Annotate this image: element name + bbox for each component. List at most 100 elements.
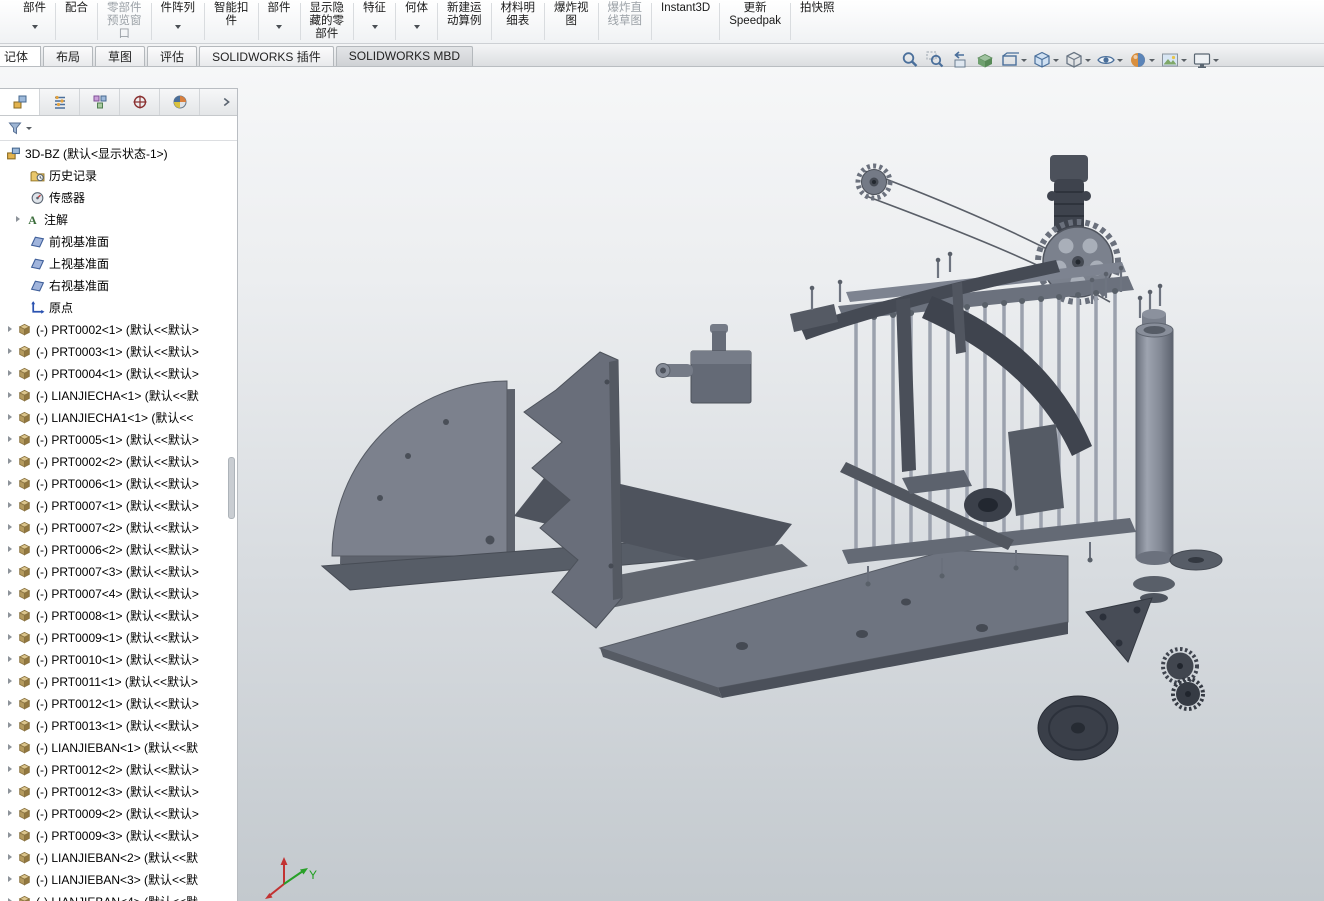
filter-bar[interactable] — [0, 116, 237, 141]
tree-item[interactable]: 历史记录 — [0, 164, 237, 186]
hud-button-display-style[interactable] — [1062, 49, 1093, 71]
ribbon-button-1[interactable]: 配合 — [58, 0, 95, 43]
tree-item[interactable]: 右视基准面 — [0, 274, 237, 296]
panel-tab-configurationmanager[interactable] — [80, 89, 120, 115]
doc-tab-1[interactable]: 布局 — [43, 46, 94, 66]
hud-button-3d-drawing-view[interactable] — [998, 49, 1029, 71]
panel-collapse-button[interactable] — [215, 89, 237, 115]
ribbon-button-7[interactable]: 特征 — [356, 0, 393, 43]
tree-item-component[interactable]: (-) LIANJIEBAN<2> (默认<<默 — [0, 846, 237, 868]
expand-arrow-icon[interactable] — [8, 502, 12, 508]
doc-tab-5[interactable]: SOLIDWORKS MBD — [335, 46, 474, 66]
tree-item[interactable]: 上视基准面 — [0, 252, 237, 274]
hud-button-hide-show-items[interactable] — [1094, 49, 1125, 71]
tree-item-component[interactable]: (-) PRT0006<1> (默认<<默认> — [0, 472, 237, 494]
hud-button-zoom-area[interactable] — [923, 49, 947, 71]
panel-tab-displaymanager[interactable] — [160, 89, 200, 115]
ribbon-button-10[interactable]: 材料明 细表 — [494, 0, 543, 43]
hud-button-view-settings[interactable] — [1190, 49, 1221, 71]
expand-arrow-icon[interactable] — [8, 524, 12, 530]
expand-arrow-icon[interactable] — [8, 700, 12, 706]
panel-tab-dimxpertmanager[interactable] — [120, 89, 160, 115]
ribbon-button-3[interactable]: 件阵列 — [154, 0, 203, 43]
expand-arrow-icon[interactable] — [8, 590, 12, 596]
expand-arrow-icon[interactable] — [8, 744, 12, 750]
hud-button-edit-appearance[interactable] — [1126, 49, 1157, 71]
panel-tab-propertymanager[interactable] — [40, 89, 80, 115]
ribbon-button-9[interactable]: 新建运 动算例 — [440, 0, 489, 43]
tree-item[interactable]: 前视基准面 — [0, 230, 237, 252]
tree-item-component[interactable]: (-) PRT0009<2> (默认<<默认> — [0, 802, 237, 824]
expand-arrow-icon[interactable] — [8, 876, 12, 882]
ribbon-button-6[interactable]: 显示隐 藏的零 部件 — [303, 0, 352, 43]
doc-tab-2[interactable]: 草图 — [95, 46, 146, 66]
ribbon-button-13[interactable]: Instant3D — [654, 0, 717, 43]
expand-arrow-icon[interactable] — [8, 436, 12, 442]
hud-button-section-view[interactable] — [973, 49, 997, 71]
tree-item-component[interactable]: (-) PRT0011<1> (默认<<默认> — [0, 670, 237, 692]
ribbon-button-14[interactable]: 更新 Speedpak — [722, 0, 788, 43]
tree-item[interactable]: 原点 — [0, 296, 237, 318]
tree-item-component[interactable]: (-) PRT0008<1> (默认<<默认> — [0, 604, 237, 626]
expand-arrow-icon[interactable] — [8, 458, 12, 464]
doc-tab-3[interactable]: 评估 — [147, 46, 198, 66]
expand-arrow-icon[interactable] — [8, 832, 12, 838]
doc-tab-4[interactable]: SOLIDWORKS 插件 — [199, 46, 334, 66]
tree-item-component[interactable]: (-) PRT0004<1> (默认<<默认> — [0, 362, 237, 384]
expand-arrow-icon[interactable] — [8, 392, 12, 398]
tree-item-component[interactable]: (-) LIANJIEBAN<3> (默认<<默 — [0, 868, 237, 890]
tree-item-component[interactable]: (-) PRT0003<1> (默认<<默认> — [0, 340, 237, 362]
tree-item-component[interactable]: (-) PRT0002<2> (默认<<默认> — [0, 450, 237, 472]
ribbon-button-2[interactable]: 零部件 预览窗口 — [100, 0, 149, 43]
ribbon-button-12[interactable]: 爆炸直 线草图 — [601, 0, 650, 43]
expand-arrow-icon[interactable] — [16, 216, 20, 222]
expand-arrow-icon[interactable] — [8, 678, 12, 684]
expand-arrow-icon[interactable] — [8, 722, 12, 728]
hud-button-apply-scene[interactable] — [1158, 49, 1189, 71]
tree-item[interactable]: A 注解 — [0, 208, 237, 230]
tree-item-component[interactable]: (-) PRT0012<3> (默认<<默认> — [0, 780, 237, 802]
doc-tab-0[interactable]: 记体 — [0, 46, 42, 66]
tree-item-component[interactable]: (-) PRT0009<1> (默认<<默认> — [0, 626, 237, 648]
panel-tab-featuremanager-tree[interactable] — [0, 89, 40, 115]
tree-item-component[interactable]: (-) PRT0010<1> (默认<<默认> — [0, 648, 237, 670]
ribbon-button-0[interactable]: 部件 — [16, 0, 53, 43]
tree-item-component[interactable]: (-) LIANJIECHA1<1> (默认<< — [0, 406, 237, 428]
tree-item-component[interactable]: (-) LIANJIEBAN<1> (默认<<默 — [0, 736, 237, 758]
expand-arrow-icon[interactable] — [8, 766, 12, 772]
tree-item-component[interactable]: (-) PRT0009<3> (默认<<默认> — [0, 824, 237, 846]
tree-scrollbar-thumb[interactable] — [228, 457, 235, 519]
expand-arrow-icon[interactable] — [8, 326, 12, 332]
expand-arrow-icon[interactable] — [8, 480, 12, 486]
expand-arrow-icon[interactable] — [8, 546, 12, 552]
hud-button-view-orientation[interactable] — [1030, 49, 1061, 71]
expand-arrow-icon[interactable] — [8, 612, 12, 618]
expand-arrow-icon[interactable] — [8, 414, 12, 420]
ribbon-button-15[interactable]: 拍快照 — [793, 0, 842, 43]
tree-item-component[interactable]: (-) LIANJIEBAN<4> (默认<<默 — [0, 890, 237, 901]
ribbon-button-11[interactable]: 爆炸视图 — [547, 0, 596, 43]
expand-arrow-icon[interactable] — [8, 370, 12, 376]
tree-item-component[interactable]: (-) LIANJIECHA<1> (默认<<默 — [0, 384, 237, 406]
ribbon-button-4[interactable]: 智能扣件 — [207, 0, 256, 43]
ribbon-button-8[interactable]: 何体 — [398, 0, 435, 43]
tree-item-component[interactable]: (-) PRT0007<1> (默认<<默认> — [0, 494, 237, 516]
tree-item-component[interactable]: (-) PRT0007<2> (默认<<默认> — [0, 516, 237, 538]
expand-arrow-icon[interactable] — [8, 568, 12, 574]
hud-button-previous-view[interactable] — [948, 49, 972, 71]
tree-item-component[interactable]: (-) PRT0005<1> (默认<<默认> — [0, 428, 237, 450]
expand-arrow-icon[interactable] — [8, 788, 12, 794]
expand-arrow-icon[interactable] — [8, 854, 12, 860]
tree-item-component[interactable]: (-) PRT0007<3> (默认<<默认> — [0, 560, 237, 582]
hud-button-zoom-fit[interactable] — [898, 49, 922, 71]
tree-item-component[interactable]: (-) PRT0012<2> (默认<<默认> — [0, 758, 237, 780]
ribbon-button-5[interactable]: 部件 — [261, 0, 298, 43]
tree-item-component[interactable]: (-) PRT0007<4> (默认<<默认> — [0, 582, 237, 604]
tree-item-component[interactable]: (-) PRT0002<1> (默认<<默认> — [0, 318, 237, 340]
expand-arrow-icon[interactable] — [8, 348, 12, 354]
tree-item-component[interactable]: (-) PRT0006<2> (默认<<默认> — [0, 538, 237, 560]
tree-item[interactable]: 3D-BZ (默认<显示状态-1>) — [0, 142, 237, 164]
tree-item-component[interactable]: (-) PRT0013<1> (默认<<默认> — [0, 714, 237, 736]
expand-arrow-icon[interactable] — [8, 656, 12, 662]
expand-arrow-icon[interactable] — [8, 634, 12, 640]
